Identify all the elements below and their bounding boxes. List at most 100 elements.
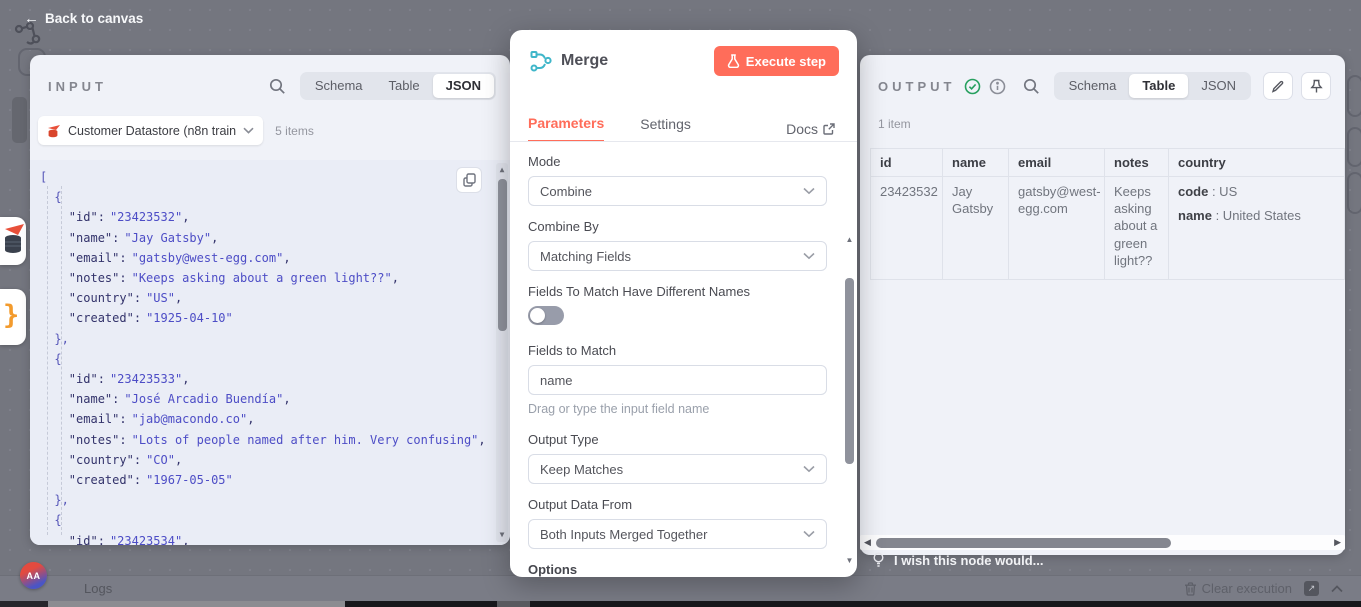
pin-icon [1310,79,1323,94]
node-title: Merge [561,52,608,70]
output-panel: OUTPUT Schema Table JSON [860,55,1345,555]
combine-by-select[interactable]: Matching Fields [528,241,827,271]
clear-execution-button[interactable]: Clear execution [1184,581,1292,596]
logs-label[interactable]: Logs [84,581,112,596]
logs-bar: Logs Clear execution ↗ [0,575,1361,601]
edit-output-button[interactable] [1263,72,1293,100]
output-tab-json[interactable]: JSON [1188,74,1249,98]
output-type-select[interactable]: Keep Matches [528,454,827,484]
canvas-node-datastore[interactable] [0,217,26,265]
canvas-ghost-node [1347,75,1361,117]
json-line: "id":"23423534", [40,531,490,545]
json-scrollbar[interactable]: ▲ ▼ [496,163,508,542]
code-brace-icon: } [3,300,19,331]
trash-icon [1184,582,1197,596]
fields-to-match-input[interactable]: name [528,365,827,395]
chevron-down-icon [803,252,815,260]
json-line: "created":"1925-04-10" [40,308,490,328]
cell-notes: Keeps asking about a green light?? [1105,177,1169,280]
json-line: "country":"US", [40,288,490,308]
input-view-tabs: Schema Table JSON [300,72,496,100]
scrollbar-thumb[interactable] [845,278,854,464]
mode-select[interactable]: Combine [528,176,827,206]
column-header-name: name [943,149,1009,177]
json-line: }, [40,329,490,349]
output-data-from-label: Output Data From [528,497,827,512]
json-code[interactable]: [{"id":"23423532","name":"Jay Gatsby","e… [40,167,490,545]
json-line: "id":"23423533", [40,369,490,389]
copy-icon[interactable] [456,167,482,193]
lightbulb-icon [872,552,885,569]
execute-step-label: Execute step [746,54,826,69]
table-header-row: idnameemailnotescountry [871,149,1345,177]
scroll-down-icon[interactable]: ▼ [496,529,508,541]
json-line: "email":"gatsby@west-egg.com", [40,248,490,268]
success-check-icon [964,78,981,95]
open-logs-icon[interactable]: ↗ [1304,581,1319,596]
json-line: }, [40,490,490,510]
canvas-ghost-node [1347,127,1361,167]
scrollbar-thumb[interactable] [876,538,1171,548]
canvas-node-code[interactable]: } [0,289,26,345]
chevron-down-icon [803,465,815,473]
json-line: "notes":"Keeps asking about a green ligh… [40,268,490,288]
wish-label: I wish this node would... [894,553,1044,568]
combine-by-value: Matching Fields [540,249,803,264]
mode-value: Combine [540,184,803,199]
node-feedback-prompt[interactable]: I wish this node would... [872,552,1044,569]
output-data-from-select[interactable]: Both Inputs Merged Together [528,519,827,549]
avatar[interactable]: AA [20,562,47,589]
pin-data-button[interactable] [1301,72,1331,100]
execute-step-button[interactable]: Execute step [714,46,839,76]
docs-link[interactable]: Docs [786,121,835,137]
output-view-tabs: Schema Table JSON [1054,72,1251,100]
output-hscrollbar[interactable]: ◀ ▶ [860,535,1345,550]
info-icon[interactable] [989,78,1006,95]
output-tab-table[interactable]: Table [1129,74,1188,98]
chevron-down-icon [243,127,254,134]
field-output-type: Output Type Keep Matches [528,432,827,484]
scroll-up-icon[interactable]: ▲ [496,164,508,176]
scroll-right-icon[interactable]: ▶ [1334,536,1341,549]
json-line: { [40,510,490,530]
tab-parameters[interactable]: Parameters [528,115,604,142]
input-tab-schema[interactable]: Schema [302,74,376,98]
clear-execution-label: Clear execution [1202,581,1292,596]
cell-email: gatsby@west-egg.com [1009,177,1105,280]
different-names-toggle[interactable] [528,306,564,325]
merge-icon [530,49,552,73]
json-line: "name":"Jay Gatsby", [40,228,490,248]
input-source-label: Customer Datastore (n8n train [68,124,236,138]
output-table-wrap: idnameemailnotescountry 23423532Jay Gats… [870,148,1345,280]
scroll-up-icon[interactable]: ▲ [844,234,855,246]
column-header-country: country [1169,149,1345,177]
chevron-up-icon[interactable] [1331,585,1343,593]
fields-to-match-label: Fields to Match [528,343,827,358]
tab-settings[interactable]: Settings [640,116,691,141]
table-row[interactable]: 23423532Jay Gatsbygatsby@west-egg.comKee… [871,177,1345,280]
json-line: "country":"CO", [40,450,490,470]
scroll-down-icon[interactable]: ▼ [844,555,855,567]
dialog-scrollbar[interactable]: ▲ ▼ [844,234,855,567]
fields-to-match-helper: Drag or type the input field name [528,402,827,416]
output-type-value: Keep Matches [540,462,803,477]
input-tab-table[interactable]: Table [376,74,433,98]
cell-id: 23423532 [871,177,943,280]
output-type-label: Output Type [528,432,827,447]
merge-node-dialog: Merge Execute step Parameters Settings D… [510,30,857,577]
chevron-down-icon [803,530,815,538]
input-source-select[interactable]: Customer Datastore (n8n train [38,116,263,145]
back-to-canvas[interactable]: ← Back to canvas [24,10,143,27]
input-items-count: 5 items [275,124,314,138]
json-line: "email":"jab@macondo.co", [40,409,490,429]
scroll-left-icon[interactable]: ◀ [864,536,871,549]
input-tab-json[interactable]: JSON [433,74,494,98]
scrollbar-thumb[interactable] [498,179,507,331]
output-search-icon[interactable] [1023,78,1040,95]
output-tab-schema[interactable]: Schema [1056,74,1130,98]
json-line: { [40,187,490,207]
input-search-icon[interactable] [269,78,286,95]
fields-to-match-value: name [540,373,573,388]
input-title: INPUT [48,79,107,94]
mode-label: Mode [528,154,827,169]
